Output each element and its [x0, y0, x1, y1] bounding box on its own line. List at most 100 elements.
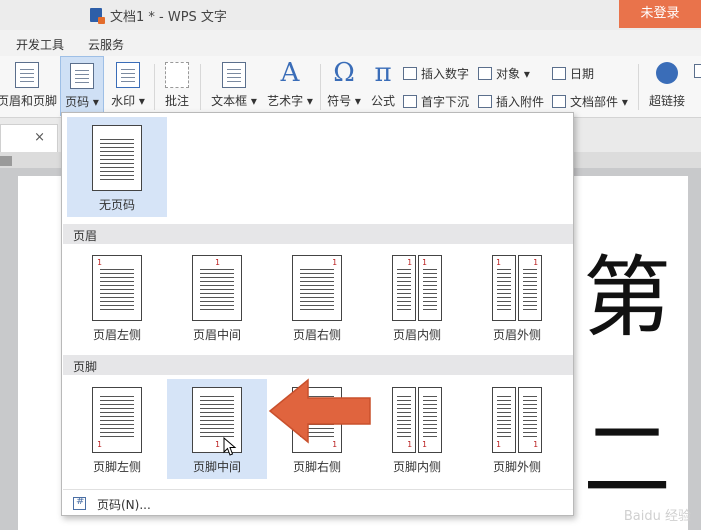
page-number-dialog-label: 页码(N)...: [97, 498, 151, 512]
drop-cap-icon: [403, 95, 417, 108]
drop-cap-label: 首字下沉: [421, 95, 470, 109]
ribbon-separator: [200, 64, 201, 110]
option-no-page-number[interactable]: 无页码: [67, 117, 167, 217]
page-preview-icon: 1: [518, 255, 542, 321]
document-text-char: 第: [583, 246, 672, 349]
baidu-watermark: Baidu 经验: [623, 509, 691, 524]
option-header-outside[interactable]: 1 1 页眉外侧: [467, 247, 567, 347]
option-label: 页眉右侧: [292, 328, 341, 342]
ribbon-separator: [154, 64, 155, 110]
page-number-dialog-item[interactable]: 页码(N)...: [63, 489, 573, 515]
option-label: 页眉左侧: [92, 328, 141, 342]
date-button[interactable]: 日期: [552, 65, 594, 85]
page-number-label: 页码 ▾: [65, 95, 99, 109]
page-preview-icon: [92, 125, 142, 191]
drop-cap-button[interactable]: 首字下沉: [403, 93, 469, 113]
doc-parts-icon: [552, 95, 566, 108]
option-footer-outside[interactable]: 1 1 页脚外侧: [467, 379, 567, 479]
page-preview-icon: 1: [192, 255, 242, 321]
title-bar: 文档1 * - WPS 文字 未登录: [0, 0, 701, 30]
textbox-button[interactable]: 文本框 ▾: [206, 56, 262, 116]
menu-tabs: 开发工具 云服务: [0, 30, 701, 56]
option-label: 页眉中间: [192, 328, 241, 342]
globe-icon: [656, 62, 678, 84]
wps-document-icon: [90, 8, 105, 24]
ribbon-separator: [320, 64, 321, 110]
watermark-button[interactable]: 水印 ▾: [106, 56, 150, 116]
ruler-marker[interactable]: [0, 156, 12, 166]
textbox-icon: [222, 62, 246, 88]
option-label: 页脚左侧: [92, 460, 141, 474]
hyperlink-label: 超链接: [648, 94, 685, 108]
symbol-button[interactable]: Ω 符号 ▾: [324, 56, 364, 116]
login-button[interactable]: 未登录: [619, 0, 701, 28]
object-button[interactable]: 对象 ▾: [478, 65, 530, 85]
page-preview-icon: 1: [492, 387, 516, 453]
page-number-dropdown: 无页码 页眉 1 页眉左侧 1 页眉中间 1 页眉右侧 1 1 页眉内侧 1 1…: [61, 112, 574, 516]
formula-label: 公式: [370, 94, 395, 108]
page-preview-icon: 1: [392, 255, 416, 321]
calendar-icon: [552, 67, 566, 80]
option-footer-center[interactable]: 1 页脚中间: [167, 379, 267, 479]
option-footer-left[interactable]: 1 页脚左侧: [67, 379, 167, 479]
omega-icon: Ω: [333, 58, 355, 88]
option-label: 页眉内侧: [392, 328, 441, 342]
option-header-right[interactable]: 1 页眉右侧: [267, 247, 367, 347]
close-icon[interactable]: ×: [34, 130, 45, 145]
overflow-icon: [694, 64, 701, 78]
option-label: 页脚中间: [192, 460, 241, 474]
comment-icon: [165, 62, 189, 88]
page-preview-icon: 1: [92, 387, 142, 453]
option-label: 页脚外侧: [492, 460, 541, 474]
watermark-label: 水印 ▾: [111, 94, 145, 108]
symbol-label: 符号 ▾: [327, 94, 361, 108]
page-preview-icon: 1: [292, 255, 342, 321]
comment-label: 批注: [164, 94, 189, 108]
header-footer-icon: [15, 62, 39, 88]
page-preview-icon: 1: [418, 255, 442, 321]
page-number-icon: [70, 63, 94, 89]
option-header-left[interactable]: 1 页眉左侧: [67, 247, 167, 347]
option-header-center[interactable]: 1 页眉中间: [167, 247, 267, 347]
option-label: 页脚内侧: [392, 460, 441, 474]
formula-button[interactable]: π 公式: [366, 56, 400, 116]
page-preview-icon: 1: [492, 255, 516, 321]
mouse-cursor-icon: [223, 437, 237, 456]
art-text-icon: A: [280, 58, 300, 88]
textbox-label: 文本框 ▾: [211, 94, 257, 108]
insert-number-button[interactable]: 插入数字: [403, 65, 469, 85]
ribbon-separator: [638, 64, 639, 110]
header-footer-button[interactable]: 页眉和页脚: [0, 56, 58, 116]
object-icon: [478, 67, 492, 80]
tab-cloud-services[interactable]: 云服务: [88, 36, 124, 53]
option-header-inside[interactable]: 1 1 页眉内侧: [367, 247, 467, 347]
header-footer-label: 页眉和页脚: [0, 94, 57, 108]
insert-number-label: 插入数字: [421, 67, 470, 81]
art-text-button[interactable]: A 艺术字 ▾: [264, 56, 316, 116]
watermark-icon: [116, 62, 140, 88]
pi-icon: π: [374, 58, 392, 88]
insert-attachment-button[interactable]: 插入附件: [478, 93, 544, 113]
hyperlink-button[interactable]: 超链接: [644, 56, 690, 116]
option-label: 页脚右侧: [292, 460, 341, 474]
page-number-button[interactable]: 页码 ▾: [60, 56, 104, 116]
option-footer-inside[interactable]: 1 1 页脚内侧: [367, 379, 467, 479]
page-preview-icon: 1: [518, 387, 542, 453]
document-text-char: 二: [583, 408, 672, 511]
window-title: 文档1 * - WPS 文字: [110, 10, 227, 25]
object-label: 对象 ▾: [496, 67, 530, 81]
option-label: 无页码: [98, 198, 135, 212]
insert-attachment-label: 插入附件: [496, 95, 545, 109]
tab-developer-tools[interactable]: 开发工具: [16, 36, 64, 53]
art-text-label: 艺术字 ▾: [267, 94, 313, 108]
page-preview-icon: 1: [418, 387, 442, 453]
doc-parts-button[interactable]: 文档部件 ▾: [552, 93, 628, 113]
page-number-format-icon: [73, 496, 86, 510]
page-preview-icon: 1: [392, 387, 416, 453]
option-label: 页眉外侧: [492, 328, 541, 342]
doc-parts-label: 文档部件 ▾: [570, 95, 628, 109]
date-label: 日期: [570, 67, 595, 81]
header-section-title: 页眉: [63, 224, 573, 244]
comment-button[interactable]: 批注: [158, 56, 196, 116]
document-tab[interactable]: ×: [0, 124, 58, 152]
